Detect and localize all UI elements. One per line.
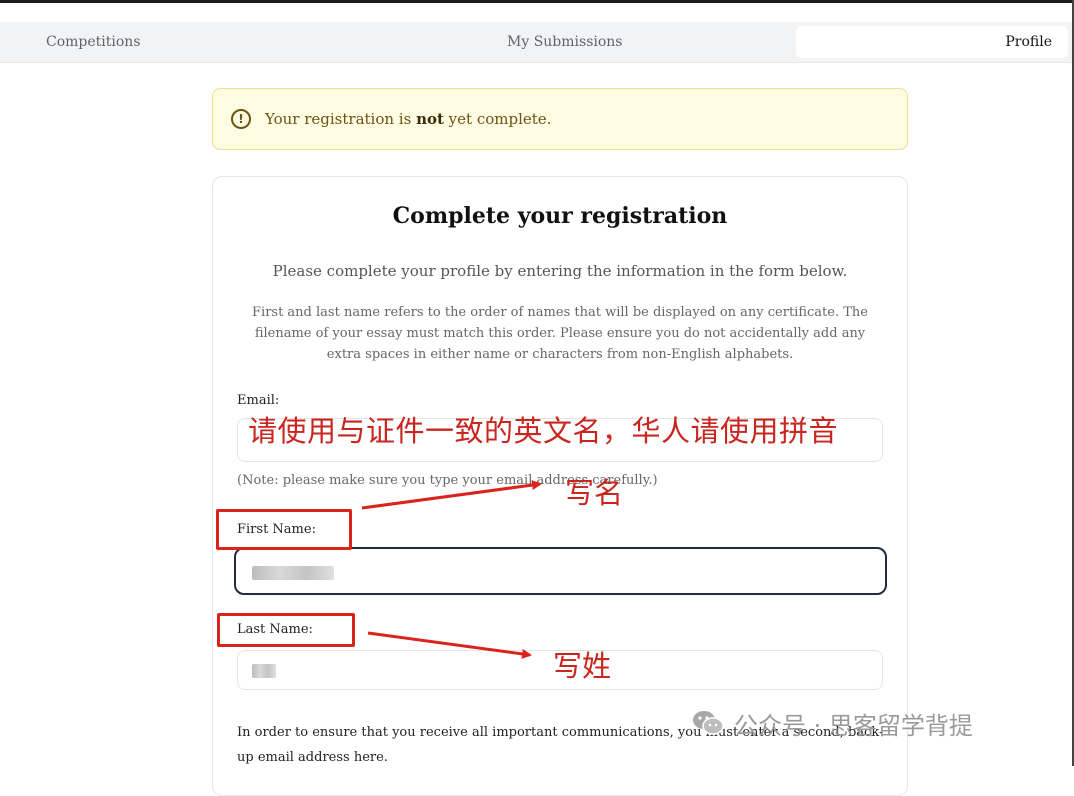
wechat-icon	[692, 708, 724, 738]
watermark: 公众号 · 思客留学背提	[692, 703, 973, 743]
annotation-surname: 写姓	[553, 649, 612, 683]
watermark-text: 公众号 · 思客留学背提	[734, 711, 973, 740]
arrow-to-given-name	[361, 480, 542, 510]
annotation-english-name: 请使用与证件一致的英文名，华人请使用拼音	[248, 414, 839, 448]
annotation-arrows	[361, 480, 542, 659]
annotation-given-name: 写名	[565, 476, 624, 510]
arrow-to-surname	[367, 631, 532, 659]
